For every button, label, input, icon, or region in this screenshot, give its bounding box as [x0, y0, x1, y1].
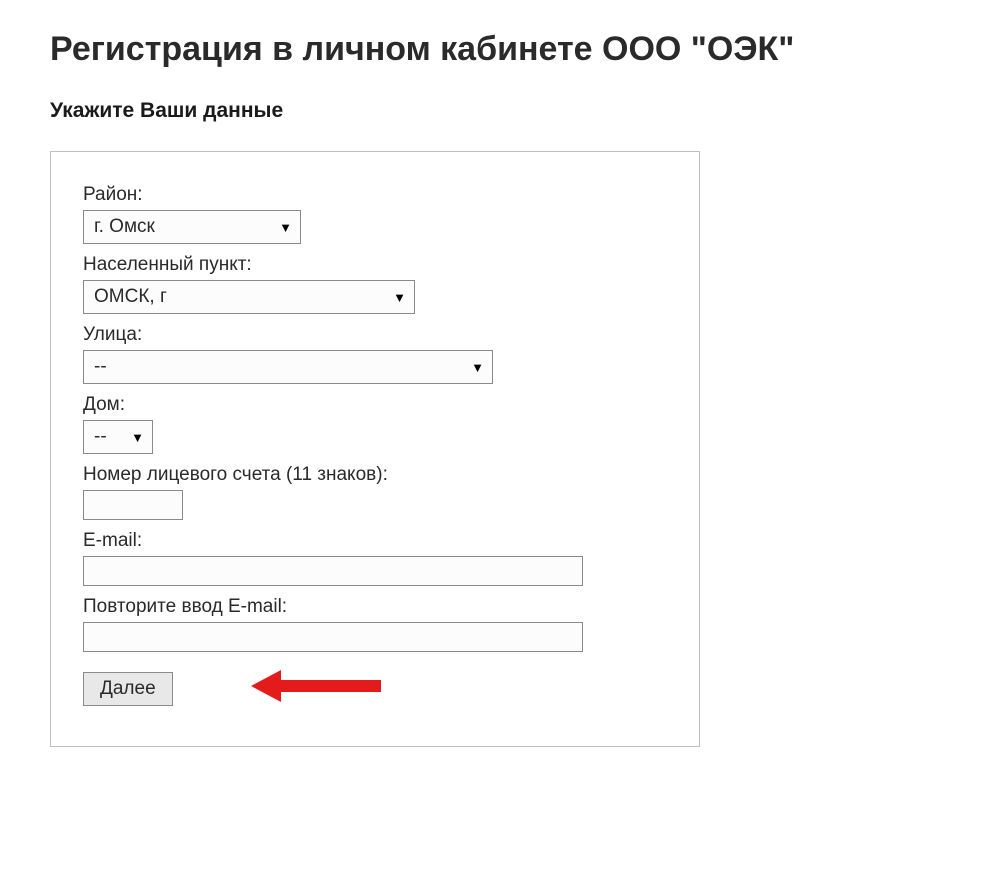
arrow-pointer-icon — [251, 666, 381, 706]
street-select[interactable]: -- ▼ — [83, 350, 493, 384]
account-input[interactable] — [83, 490, 183, 520]
chevron-down-icon: ▼ — [393, 290, 406, 305]
email-input[interactable] — [83, 556, 583, 586]
chevron-down-icon: ▼ — [131, 430, 144, 445]
next-button[interactable]: Далее — [83, 672, 173, 706]
house-select[interactable]: -- ▼ — [83, 420, 153, 454]
email-confirm-input[interactable] — [83, 622, 583, 652]
house-field: Дом: -- ▼ — [83, 394, 667, 454]
street-field: Улица: -- ▼ — [83, 324, 667, 384]
house-label: Дом: — [83, 394, 667, 416]
email-confirm-field-group: Повторите ввод E-mail: — [83, 596, 667, 652]
email-label: E-mail: — [83, 530, 667, 552]
district-label: Район: — [83, 184, 667, 206]
district-field: Район: г. Омск ▼ — [83, 184, 667, 244]
email-confirm-label: Повторите ввод E-mail: — [83, 596, 667, 618]
form-subtitle: Укажите Ваши данные — [50, 99, 946, 123]
district-select-value: г. Омск — [94, 216, 265, 238]
registration-form: Район: г. Омск ▼ Населенный пункт: ОМСК,… — [50, 151, 700, 747]
street-label: Улица: — [83, 324, 667, 346]
email-field-group: E-mail: — [83, 530, 667, 586]
district-select[interactable]: г. Омск ▼ — [83, 210, 301, 244]
page-title: Регистрация в личном кабинете ООО "ОЭК" — [50, 30, 946, 69]
chevron-down-icon: ▼ — [279, 220, 292, 235]
house-select-value: -- — [94, 426, 117, 448]
account-label: Номер лицевого счета (11 знаков): — [83, 464, 667, 486]
account-field: Номер лицевого счета (11 знаков): — [83, 464, 667, 520]
settlement-select-value: ОМСК, г — [94, 286, 379, 308]
chevron-down-icon: ▼ — [471, 360, 484, 375]
street-select-value: -- — [94, 356, 457, 378]
settlement-label: Населенный пункт: — [83, 254, 667, 276]
settlement-select[interactable]: ОМСК, г ▼ — [83, 280, 415, 314]
settlement-field: Населенный пункт: ОМСК, г ▼ — [83, 254, 667, 314]
